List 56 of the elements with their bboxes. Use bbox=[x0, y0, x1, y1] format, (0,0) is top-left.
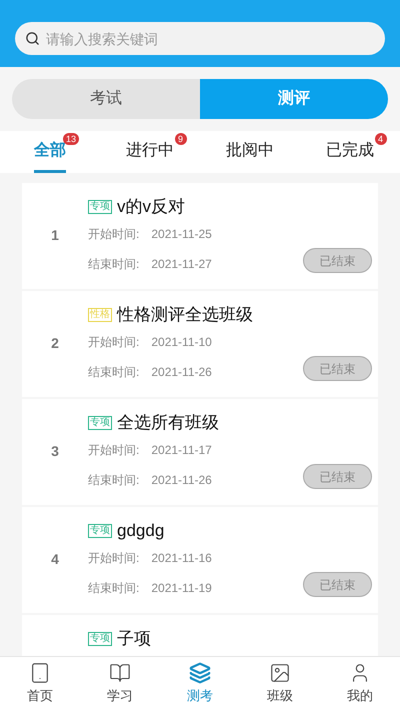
start-label: 开始时间: bbox=[88, 334, 140, 351]
item-title: gdgdg bbox=[117, 520, 164, 542]
end-date: 2021-11-27 bbox=[151, 256, 212, 273]
end-date: 2021-11-26 bbox=[151, 364, 212, 381]
nav-tab[interactable]: 我的 bbox=[320, 657, 400, 711]
category-tag: 专项 bbox=[88, 416, 112, 430]
assessment-card[interactable]: 1 专项 v的v反对 开始时间: 2021-11-25 结束时间: 2021-11-27 已结束 bbox=[22, 183, 378, 289]
item-number: 2 bbox=[51, 334, 59, 351]
count-badge: 9 bbox=[175, 133, 187, 145]
item-number: 3 bbox=[51, 442, 59, 459]
item-title: 子项 bbox=[117, 628, 151, 650]
assessment-card[interactable]: 专项 子项 bbox=[22, 615, 378, 656]
count-badge: 4 bbox=[375, 133, 387, 145]
end-date: 2021-11-19 bbox=[151, 580, 212, 597]
start-date: 2021-11-10 bbox=[151, 334, 212, 351]
assessment-card[interactable]: 2 性格 性格测评全选班级 开始时间: 2021-11-10 结束时间: 2021-11-26 已结束 bbox=[22, 291, 378, 397]
start-date: 2021-11-25 bbox=[151, 226, 212, 243]
start-date: 2021-11-16 bbox=[151, 550, 212, 567]
status-pill: 已结束 bbox=[303, 248, 372, 273]
nav-tab[interactable]: 学习 bbox=[80, 657, 160, 711]
picture-frame-icon bbox=[269, 662, 291, 684]
status-pill: 已结束 bbox=[303, 464, 372, 489]
item-title: 全选所有班级 bbox=[117, 412, 219, 434]
end-label: 结束时间: bbox=[88, 580, 140, 597]
end-date: 2021-11-26 bbox=[151, 472, 212, 489]
category-tag: 性格 bbox=[88, 308, 112, 322]
start-label: 开始时间: bbox=[88, 442, 140, 459]
category-tag: 专项 bbox=[88, 200, 112, 214]
start-date: 2021-11-17 bbox=[151, 442, 212, 459]
nav-tab[interactable]: 首页 bbox=[0, 657, 80, 711]
layers-icon bbox=[189, 662, 211, 684]
status-pill: 已结束 bbox=[303, 572, 372, 597]
end-label: 结束时间: bbox=[88, 364, 140, 381]
item-number: 4 bbox=[51, 550, 59, 567]
start-label: 开始时间: bbox=[88, 226, 140, 243]
nav-tab[interactable]: 测考 bbox=[160, 657, 240, 711]
filter-tab[interactable]: 进行中 bbox=[126, 131, 174, 173]
book-icon bbox=[109, 662, 131, 684]
status-pill: 已结束 bbox=[303, 356, 372, 381]
search-icon bbox=[25, 31, 40, 46]
assessment-card[interactable]: 4 专项 gdgdg 开始时间: 2021-11-16 结束时间: 2021-11-19 已结束 bbox=[22, 507, 378, 613]
nav-tab[interactable]: 班级 bbox=[240, 657, 320, 711]
filter-tab[interactable]: 批阅中 bbox=[226, 131, 274, 173]
end-label: 结束时间: bbox=[88, 256, 140, 273]
item-number: 1 bbox=[51, 226, 59, 243]
start-label: 开始时间: bbox=[88, 550, 140, 567]
category-tag: 专项 bbox=[88, 524, 112, 538]
search-field[interactable]: 请输入搜索关键词 bbox=[15, 22, 385, 55]
tablet-icon bbox=[29, 662, 51, 684]
item-title: 性格测评全选班级 bbox=[117, 304, 253, 326]
item-title: v的v反对 bbox=[117, 196, 185, 218]
filter-tab[interactable]: 已完成 bbox=[326, 131, 374, 173]
assessment-card[interactable]: 3 专项 全选所有班级 开始时间: 2021-11-17 结束时间: 2021-11-26 已结束 bbox=[22, 399, 378, 505]
end-label: 结束时间: bbox=[88, 472, 140, 489]
category-tag: 专项 bbox=[88, 632, 112, 646]
segment-tab[interactable]: 考试 bbox=[12, 79, 200, 119]
